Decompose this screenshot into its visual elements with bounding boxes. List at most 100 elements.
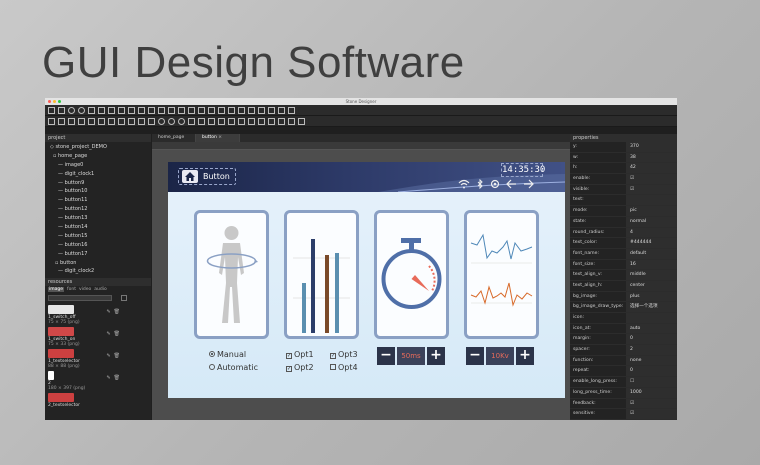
plus-button[interactable]: + bbox=[516, 347, 534, 365]
tree-item[interactable]: ▫ home_page bbox=[45, 152, 151, 161]
property-value[interactable]: ☑ bbox=[626, 174, 677, 184]
edit-delete-icons[interactable]: ✎🗑 bbox=[106, 353, 123, 359]
checkbox-indicator[interactable] bbox=[330, 364, 336, 370]
tree-item[interactable]: — button10 bbox=[45, 187, 151, 196]
distribute-v-icon[interactable] bbox=[118, 117, 125, 125]
checkbox-indicator[interactable]: ✓ bbox=[330, 353, 336, 359]
minimize-dot[interactable] bbox=[53, 100, 56, 103]
minus-button[interactable]: − bbox=[377, 347, 395, 365]
progress-icon[interactable] bbox=[198, 106, 205, 114]
property-value[interactable] bbox=[626, 313, 677, 323]
align-left-icon[interactable] bbox=[48, 117, 55, 125]
edit-delete-icons[interactable]: ✎🗑 bbox=[106, 375, 123, 381]
property-value[interactable]: 0 bbox=[626, 334, 677, 345]
tree-item[interactable]: — button11 bbox=[45, 196, 151, 205]
add-resource-button[interactable] bbox=[121, 295, 127, 302]
text-icon[interactable] bbox=[208, 106, 215, 114]
tree-item[interactable]: — button15 bbox=[45, 232, 151, 241]
edit-delete-icons[interactable]: ✎🗑 bbox=[106, 309, 123, 315]
property-value[interactable]: 0 bbox=[626, 366, 677, 377]
property-value[interactable]: plus bbox=[626, 291, 677, 302]
checkbox-opt4[interactable]: Opt4 bbox=[330, 361, 370, 374]
property-value[interactable]: 370 bbox=[626, 142, 677, 152]
property-value[interactable]: 4 bbox=[626, 227, 677, 238]
checkbox-indicator[interactable]: ✓ bbox=[286, 366, 292, 372]
minus-button[interactable]: − bbox=[466, 347, 484, 365]
tree-item[interactable]: — button14 bbox=[45, 223, 151, 232]
tree-item[interactable]: — button17 bbox=[45, 250, 151, 259]
label-icon[interactable] bbox=[98, 106, 105, 114]
check-icon[interactable] bbox=[218, 106, 225, 114]
property-value[interactable]: middle bbox=[626, 270, 677, 280]
tree-item[interactable]: ◇ stone_project_DEMO bbox=[45, 143, 151, 152]
chart-icon[interactable] bbox=[168, 106, 175, 114]
button-icon[interactable] bbox=[108, 106, 115, 114]
fit-icon[interactable] bbox=[278, 117, 285, 125]
settings-icon[interactable] bbox=[78, 106, 85, 114]
lock-icon[interactable] bbox=[268, 106, 275, 114]
copy-icon[interactable] bbox=[288, 106, 295, 114]
design-canvas[interactable]: Button 14:35:30 Manual Automatic ✓ Opt1 … bbox=[152, 150, 570, 420]
align-center-icon[interactable] bbox=[58, 117, 65, 125]
property-value[interactable]: normal bbox=[626, 216, 677, 227]
download-icon[interactable] bbox=[188, 117, 195, 125]
home-tool-icon[interactable] bbox=[278, 106, 285, 114]
checkbox-opt1[interactable]: ✓ Opt1 bbox=[286, 348, 330, 361]
stop-icon[interactable] bbox=[218, 117, 225, 125]
zoom-out-icon[interactable] bbox=[268, 117, 275, 125]
timer-icon[interactable] bbox=[158, 117, 165, 125]
align-bottom-icon[interactable] bbox=[98, 117, 105, 125]
open-icon[interactable] bbox=[58, 106, 65, 114]
back-arrow-icon[interactable] bbox=[506, 179, 517, 192]
property-value[interactable]: 2 bbox=[626, 345, 677, 355]
checkbox-opt2[interactable]: ✓ Opt2 bbox=[286, 361, 330, 374]
property-value[interactable]: none bbox=[626, 355, 677, 366]
waveform-card[interactable] bbox=[464, 210, 539, 339]
digit-clock[interactable]: 14:35:30 bbox=[501, 163, 545, 177]
radio-automatic[interactable]: Automatic bbox=[209, 361, 258, 374]
tab-button[interactable]: button × bbox=[196, 134, 240, 142]
resource-item[interactable]: 1_textselector 88 × 88 (png) ✎🗑 bbox=[45, 349, 151, 369]
timer-card[interactable] bbox=[374, 210, 449, 339]
property-value[interactable]: pic bbox=[626, 206, 677, 216]
close-dot[interactable] bbox=[48, 100, 51, 103]
resource-search-input[interactable] bbox=[48, 295, 112, 302]
pause-icon[interactable] bbox=[148, 117, 155, 125]
tree-item[interactable]: — button12 bbox=[45, 205, 151, 214]
maximize-dot[interactable] bbox=[58, 100, 61, 103]
close-tab-icon[interactable]: × bbox=[218, 135, 222, 140]
slider-icon[interactable] bbox=[128, 106, 135, 114]
gauge-icon[interactable] bbox=[188, 106, 195, 114]
same-height-icon[interactable] bbox=[138, 117, 145, 125]
new-icon[interactable] bbox=[48, 106, 55, 114]
res-tab-image[interactable]: image bbox=[48, 287, 65, 293]
align-right-icon[interactable] bbox=[68, 117, 75, 125]
property-value[interactable]: 38 bbox=[626, 152, 677, 163]
same-width-icon[interactable] bbox=[128, 117, 135, 125]
settings-gear-icon[interactable] bbox=[490, 179, 500, 192]
property-value[interactable]: 1000 bbox=[626, 387, 677, 398]
property-value[interactable]: ☑ bbox=[626, 409, 677, 419]
checkbox-opt3[interactable]: ✓ Opt3 bbox=[330, 348, 370, 361]
help-icon[interactable] bbox=[298, 117, 305, 125]
device-screen[interactable]: Button 14:35:30 Manual Automatic ✓ Opt1 … bbox=[168, 162, 565, 398]
radio-indicator[interactable] bbox=[209, 351, 215, 357]
align-middle-icon[interactable] bbox=[88, 117, 95, 125]
property-value[interactable]: 16 bbox=[626, 259, 677, 270]
tree-item[interactable]: — button13 bbox=[45, 214, 151, 223]
build-icon[interactable] bbox=[198, 117, 205, 125]
property-value[interactable]: default bbox=[626, 248, 677, 259]
property-value[interactable]: ☑ bbox=[626, 398, 677, 409]
tree-item[interactable]: — digit_clock2 bbox=[45, 267, 151, 276]
radio-indicator[interactable] bbox=[209, 364, 215, 370]
resource-item[interactable]: 1_switch_off 75 × 75 (png) ✎🗑 bbox=[45, 305, 151, 325]
grid-icon[interactable] bbox=[148, 106, 155, 114]
property-value[interactable]: ☑ bbox=[626, 184, 677, 195]
tree-item[interactable]: — image0 bbox=[45, 161, 151, 170]
body-card[interactable] bbox=[194, 210, 269, 339]
tab-home-page[interactable]: home_page × bbox=[152, 134, 196, 148]
property-value[interactable]: auto bbox=[626, 323, 677, 334]
edit-icon[interactable] bbox=[118, 106, 125, 114]
image-icon[interactable] bbox=[88, 106, 95, 114]
tree-item[interactable]: — digit_clock1 bbox=[45, 170, 151, 179]
